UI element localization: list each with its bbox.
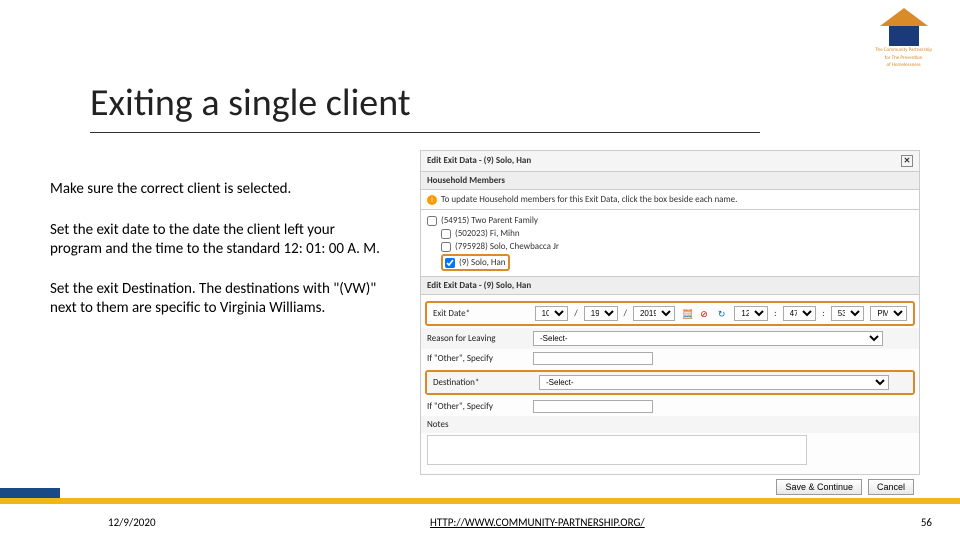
member-parent-checkbox[interactable]: [427, 216, 437, 226]
member-checkbox[interactable]: [441, 242, 451, 252]
instruction-p1: Make sure the correct client is selected…: [50, 180, 380, 199]
logo-text-line1: The Community Partnership: [875, 48, 932, 54]
member-checkbox-selected[interactable]: [445, 258, 455, 268]
member-row: (795928) Solo, Chewbacca Jr: [427, 240, 913, 253]
exit-min-select[interactable]: 47: [783, 306, 817, 321]
panel-title: Edit Exit Data - (9) Solo, Han: [427, 155, 531, 167]
exit-sec-select[interactable]: 53: [831, 306, 865, 321]
other2-row: If "Other", Specify: [421, 397, 919, 416]
org-logo: The Community Partnership for The Preven…: [875, 8, 932, 69]
member-row: (502023) Fi, Mihn: [427, 227, 913, 240]
logo-text-line3: of Homelessness: [875, 63, 932, 69]
other2-input[interactable]: [533, 400, 653, 413]
slide-title: Exiting a single client: [90, 80, 760, 133]
exit-date-label: Exit Date*: [433, 308, 529, 319]
footer-date: 12/9/2020: [108, 516, 156, 529]
notes-row: Notes: [421, 416, 919, 433]
household-section-title: Household Members: [420, 172, 920, 190]
other2-label: If "Other", Specify: [427, 401, 527, 412]
calendar-icon[interactable]: 🧮: [682, 309, 692, 319]
other1-input[interactable]: [533, 352, 653, 365]
save-continue-button[interactable]: Save & Continue: [776, 479, 862, 495]
notes-label: Notes: [427, 419, 527, 430]
logo-text-line2: for The Prevention: [875, 56, 932, 62]
tip-text: To update Household members for this Exi…: [441, 194, 737, 205]
other1-label: If "Other", Specify: [427, 353, 527, 364]
cancel-button[interactable]: Cancel: [868, 479, 914, 495]
panel-button-row: Save & Continue Cancel: [420, 475, 920, 499]
close-icon[interactable]: ✕: [901, 155, 913, 167]
member-label: (795928) Solo, Chewbacca Jr: [455, 241, 559, 252]
refresh-icon[interactable]: ↻: [718, 309, 728, 319]
household-member-list: (54915) Two Parent Family (502023) Fi, M…: [420, 210, 920, 277]
exit-form: Exit Date* 10 / 19 / 2019 🧮 ⊘ ↻ 12 : 47 …: [420, 295, 920, 475]
member-label: (502023) Fi, Mihn: [455, 228, 520, 239]
notes-textarea[interactable]: [427, 435, 807, 465]
destination-select[interactable]: -Select-: [539, 375, 889, 390]
reason-label: Reason for Leaving: [427, 333, 527, 344]
member-row: (9) Solo, Han: [427, 253, 913, 272]
instruction-p2: Set the exit date to the date the client…: [50, 221, 380, 259]
exit-month-select[interactable]: 10: [535, 306, 569, 321]
reason-select[interactable]: -Select-: [533, 331, 883, 346]
member-parent-row: (54915) Two Parent Family: [427, 214, 913, 227]
footer-link[interactable]: HTTP://WWW.COMMUNITY-PARTNERSHIP.ORG/: [430, 516, 645, 529]
destination-row: Destination* -Select-: [427, 372, 913, 393]
info-icon: i: [427, 195, 437, 205]
footer-page-number: 56: [921, 516, 932, 529]
instruction-block: Make sure the correct client is selected…: [50, 180, 380, 340]
member-checkbox[interactable]: [441, 229, 451, 239]
destination-label: Destination*: [433, 377, 533, 388]
instruction-p3: Set the exit Destination. The destinatio…: [50, 280, 380, 318]
exit-data-panel: Edit Exit Data - (9) Solo, Han ✕ Househo…: [420, 150, 920, 499]
exit-hour-select[interactable]: 12: [734, 306, 768, 321]
exit-ampm-select[interactable]: PM: [870, 306, 907, 321]
clear-icon[interactable]: ⊘: [700, 309, 710, 319]
exit-day-select[interactable]: 19: [584, 306, 618, 321]
exit-date-row: Exit Date* 10 / 19 / 2019 🧮 ⊘ ↻ 12 : 47 …: [427, 303, 913, 324]
footer-accent: [0, 488, 60, 498]
exit-year-select[interactable]: 2019: [633, 306, 675, 321]
exit-subsection-title: Edit Exit Data - (9) Solo, Han: [420, 277, 920, 295]
member-parent-label: (54915) Two Parent Family: [441, 215, 538, 226]
member-label-selected: (9) Solo, Han: [459, 257, 506, 268]
panel-header: Edit Exit Data - (9) Solo, Han ✕: [420, 150, 920, 172]
other1-row: If "Other", Specify: [421, 349, 919, 368]
reason-row: Reason for Leaving -Select-: [421, 328, 919, 349]
footer: 12/9/2020 HTTP://WWW.COMMUNITY-PARTNERSH…: [0, 504, 960, 540]
tip-row: i To update Household members for this E…: [420, 190, 920, 210]
